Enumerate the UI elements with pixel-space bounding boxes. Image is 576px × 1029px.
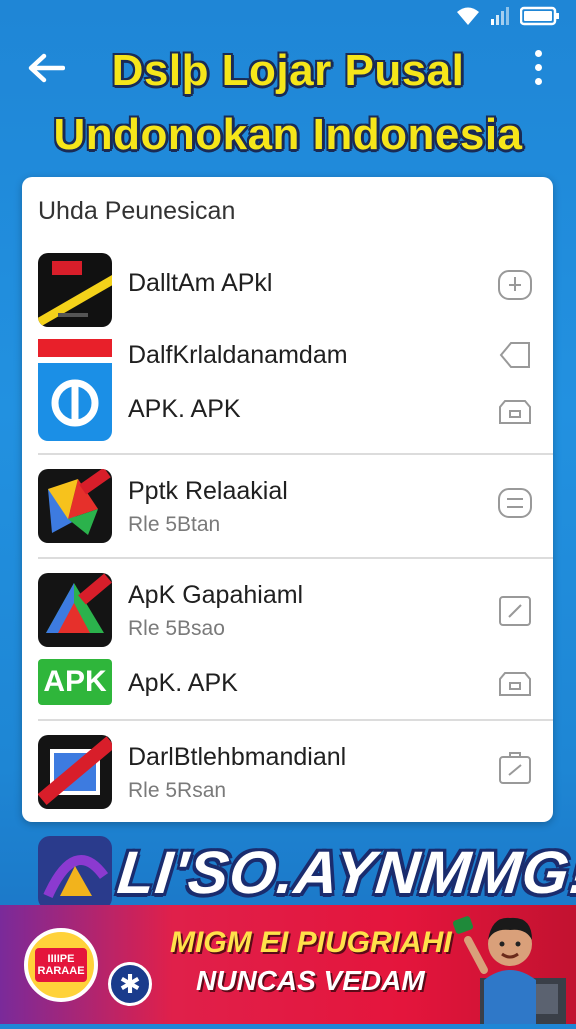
divider <box>38 557 553 559</box>
promo-line2: NUNCAS VEDAM <box>196 965 425 996</box>
install-icon[interactable] <box>497 267 533 303</box>
promo-badge: IIIIPE RARAAE <box>24 928 98 1002</box>
folder-icon[interactable] <box>497 665 533 701</box>
list-item[interactable]: APK ApK. APK <box>22 659 553 709</box>
app-icon <box>38 573 112 647</box>
folder-icon[interactable] <box>497 393 533 429</box>
wifi-icon <box>457 7 479 25</box>
app-icon-strip <box>38 339 112 357</box>
edit-icon[interactable] <box>497 593 533 629</box>
app-subtitle: Rle 5Rsan <box>128 779 227 802</box>
list-item[interactable]: DarlBtlehbmandianl Rle 5Rsan <box>22 735 553 815</box>
promo-line1: MIGM EI PIUGRIAHI <box>170 926 452 959</box>
battery-icon <box>520 6 559 26</box>
page-title-line1: Dslþ Lojar Pusal <box>111 46 465 95</box>
more-vert-icon <box>534 49 542 57</box>
app-icon <box>38 363 112 441</box>
list-item[interactable]: ApK Gapahiaml Rle 5Bsao <box>22 573 553 653</box>
app-name: ApK Gapahiaml <box>128 581 304 609</box>
status-bar <box>0 0 576 34</box>
list-item[interactable]: Pptk Relaakial Rle 5Btan <box>22 469 553 549</box>
app-name: ApK. APK <box>128 669 238 697</box>
app-name: APK. APK <box>128 395 241 423</box>
app-name: DalltAm APkl <box>128 269 273 297</box>
app-subtitle: Rle 5Btan <box>128 513 221 536</box>
promo-title: LI'SO.AYNMMG! <box>114 839 576 906</box>
transfer-icon[interactable] <box>497 485 533 521</box>
list-item[interactable]: APK. APK <box>22 363 553 443</box>
divider <box>38 453 553 455</box>
app-name: Pptk Relaakial <box>128 477 288 505</box>
more-options-button[interactable] <box>526 44 550 90</box>
apk-icon: APK <box>38 659 112 705</box>
list-item[interactable]: DalltAm APkl <box>22 253 553 343</box>
promo-app-icon <box>38 836 112 910</box>
card-header: Uhda Peunesican <box>38 197 236 225</box>
app-icon <box>38 253 112 327</box>
divider <box>38 719 553 721</box>
app-name: DarlBtlehbmandianl <box>128 743 347 771</box>
app-bar: Dslþ Lojar Pusal Undonokan Indonesia <box>0 34 576 164</box>
sparkle-icon: ✱ <box>108 962 152 1006</box>
page-title-line2: Undonokan Indonesia <box>53 110 523 159</box>
signal-icon <box>491 7 509 25</box>
person-laptop-illustration <box>440 900 568 1024</box>
app-icon <box>38 469 112 543</box>
clipboard-icon[interactable] <box>497 751 533 787</box>
app-icon <box>38 735 112 809</box>
app-subtitle: Rle 5Bsao <box>128 617 225 640</box>
app-list-card: Uhda Peunesican DalltAm APkl DalfKrlalda… <box>22 177 553 822</box>
badge-text: IIIIPE RARAAE <box>35 948 87 982</box>
